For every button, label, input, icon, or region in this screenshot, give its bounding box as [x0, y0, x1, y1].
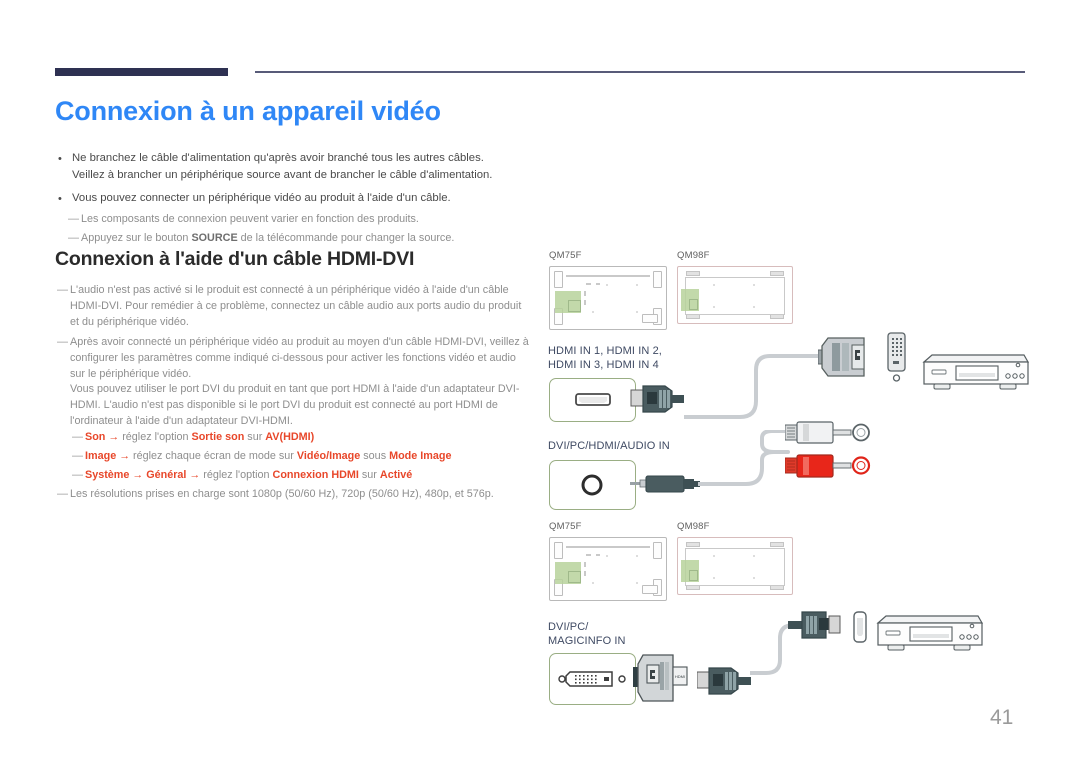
detail-mark: [584, 562, 586, 567]
connector-slot: [642, 585, 658, 594]
bracket: [653, 542, 662, 559]
screw-dot: [713, 577, 715, 579]
page-number: 41: [990, 706, 1014, 729]
monitor-qm98f-bottom: [677, 537, 793, 595]
dvi-port-label-line-1: DVI/PC/: [548, 621, 589, 633]
svg-text:HDMI: HDMI: [675, 674, 685, 679]
port-highlight-inner: [568, 571, 581, 583]
screw-dot: [636, 582, 638, 584]
hdmi-receptacle-icon: [853, 611, 867, 643]
screw-dot: [592, 582, 594, 584]
bracket: [554, 542, 563, 559]
mount-tab: [686, 542, 700, 547]
detail-mark: [596, 554, 600, 556]
detail-mark: [586, 554, 591, 556]
screw-dot: [636, 555, 638, 557]
screw-dot: [753, 555, 755, 557]
screw-dot: [753, 577, 755, 579]
port-highlight-inner: [689, 570, 698, 581]
panel-rail: [566, 546, 650, 548]
model-label-qm75f-bottom: QM75F: [549, 521, 582, 532]
screw-dot: [606, 555, 608, 557]
screw-dot: [713, 555, 715, 557]
dvi-port-icon: [558, 671, 626, 687]
dvi-port-box: [549, 653, 636, 705]
model-label-qm98f-bottom: QM98F: [677, 521, 710, 532]
detail-mark: [584, 571, 586, 576]
manual-page: Connexion à un appareil vidéo • Ne branc…: [0, 0, 1080, 763]
video-device-icon-bottom: [876, 615, 984, 651]
monitor-qm75f-bottom: [549, 537, 667, 601]
mount-tab: [770, 542, 784, 547]
dvi-port-label-line-2: MAGICINFO IN: [548, 635, 626, 647]
dvi-port-label: DVI/PC/ MAGICINFO IN: [548, 620, 626, 648]
diagram-bottom: QM75F QM98F DVI/PC/ MAGICINFO IN HDMI: [0, 0, 1080, 763]
panel-inner-frame: [685, 548, 785, 586]
